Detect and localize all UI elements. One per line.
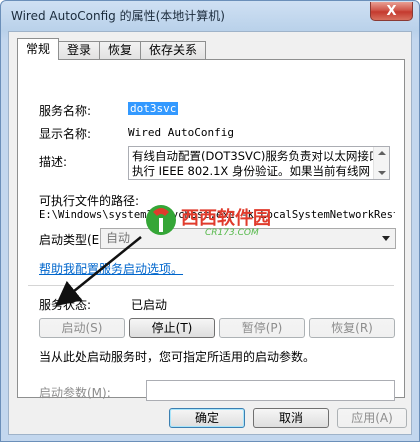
display-name-value[interactable]: Wired AutoConfig xyxy=(128,126,234,139)
stop-button[interactable]: 停止(T) xyxy=(129,318,215,338)
service-status-value: 已启动 xyxy=(131,298,168,312)
start-params-label: 启动参数(M): xyxy=(39,386,111,400)
startup-type-label: 启动类型(E): xyxy=(39,233,108,247)
dialog-client: 常规 登录 恢复 依存关系 服务名称: dot3svc 显示名称: Wired … xyxy=(8,31,412,435)
tab-recovery[interactable]: 恢复 xyxy=(99,41,142,60)
scroll-down-icon[interactable] xyxy=(378,171,386,175)
close-button[interactable]: X xyxy=(370,2,413,21)
description-line-2: 执行 IEEE 802.1X 身份验证。如果当前有线网 xyxy=(132,164,370,178)
description-scrollbar[interactable] xyxy=(373,147,389,179)
startup-type-value: 自动 xyxy=(106,231,131,245)
pause-button[interactable]: 暂停(P) xyxy=(219,318,305,338)
scroll-up-icon[interactable] xyxy=(378,151,386,155)
watermark-text: 西西软件园 xyxy=(181,208,271,229)
properties-window: Wired AutoConfig 的属性(本地计算机) X 常规 登录 恢复 依… xyxy=(0,0,420,442)
service-status-label: 服务状态: xyxy=(39,298,92,312)
tab-dependencies[interactable]: 依存关系 xyxy=(140,41,207,60)
cancel-button[interactable]: 取消 xyxy=(253,408,329,428)
service-name-label: 服务名称: xyxy=(39,104,92,118)
exe-path-label: 可执行文件的路径: xyxy=(39,194,140,208)
apply-button[interactable]: 应用(A) xyxy=(337,408,407,428)
ok-button[interactable]: 确定 xyxy=(169,408,245,428)
window-title: Wired AutoConfig 的属性(本地计算机) xyxy=(11,9,225,23)
watermark-subtext: CR173.COM xyxy=(205,228,259,238)
display-name-label: 显示名称: xyxy=(39,127,92,141)
service-name-value[interactable]: dot3svc xyxy=(128,102,179,115)
resume-button[interactable]: 恢复(R) xyxy=(309,318,395,338)
help-configure-link[interactable]: 帮助我配置服务启动选项。 xyxy=(39,260,183,277)
description-box[interactable]: 有线自动配置(DOT3SVC)服务负责对以太网接口 执行 IEEE 802.1X… xyxy=(128,146,390,180)
description-label: 描述: xyxy=(39,155,68,169)
close-icon: X xyxy=(386,3,397,19)
start-button[interactable]: 启动(S) xyxy=(39,318,125,338)
tab-strip: 常规 登录 恢复 依存关系 xyxy=(17,38,207,60)
start-params-input[interactable] xyxy=(146,380,395,401)
title-bar[interactable]: Wired AutoConfig 的属性(本地计算机) X xyxy=(1,1,419,29)
section-divider xyxy=(28,285,394,287)
start-params-hint: 当从此处启动服务时，您可指定所适用的启动参数。 xyxy=(39,350,316,364)
tab-logon[interactable]: 登录 xyxy=(58,41,101,60)
watermark: 西西软件园 CR173.COM xyxy=(143,200,303,244)
description-line-1: 有线自动配置(DOT3SVC)服务负责对以太网接口 xyxy=(132,149,381,163)
tab-general[interactable]: 常规 xyxy=(17,38,60,60)
watermark-logo-icon xyxy=(146,205,176,235)
chevron-down-icon xyxy=(382,236,390,241)
